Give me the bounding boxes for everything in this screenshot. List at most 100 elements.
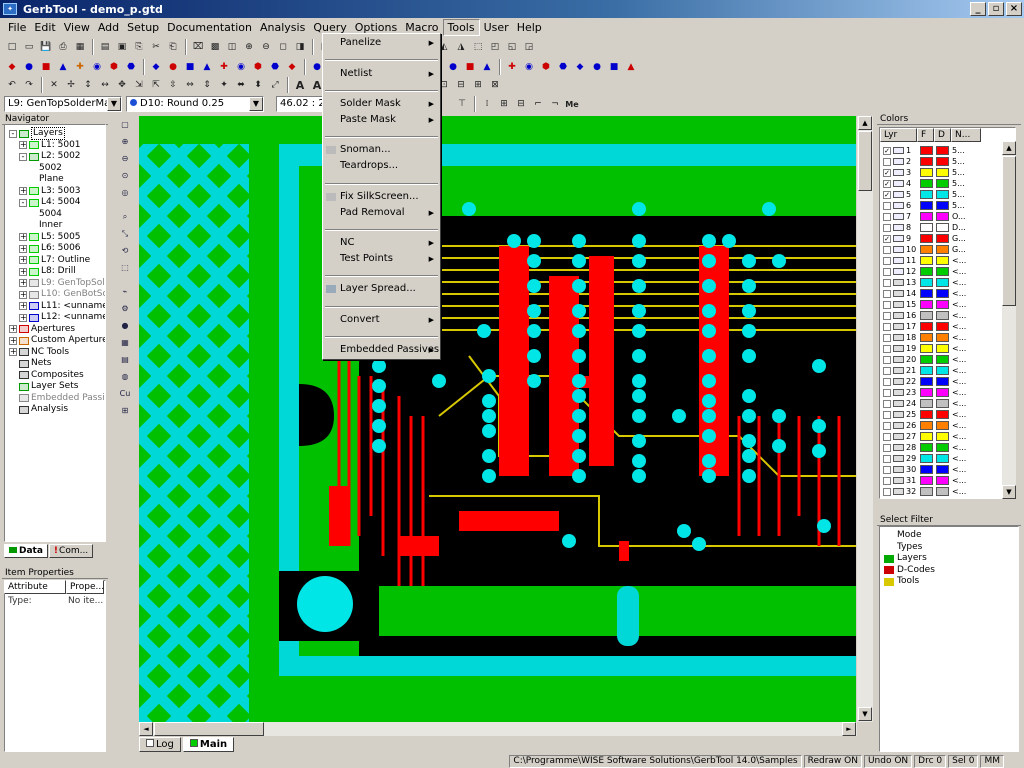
edit-tool-icon[interactable]: ↔ — [97, 77, 113, 93]
expand-icon[interactable]: + — [19, 187, 27, 195]
fill-color-swatch[interactable] — [920, 311, 933, 320]
maximize-button[interactable]: ▫ — [988, 2, 1004, 16]
layer-tool-icon[interactable]: ✚ — [504, 59, 520, 75]
fill-color-swatch[interactable] — [920, 278, 933, 287]
edit-tool-icon[interactable]: ⤢ — [267, 77, 283, 93]
color-row[interactable]: 17 <... — [880, 321, 966, 332]
collapse-icon[interactable]: - — [9, 129, 17, 138]
layer-visible-checkbox[interactable] — [883, 487, 891, 496]
color-row[interactable]: 20 <... — [880, 354, 966, 365]
d-column-header[interactable]: D — [934, 128, 951, 142]
box-icon[interactable]: ⬚ — [470, 39, 486, 55]
tree-item[interactable]: + Custom Apertures — [9, 335, 105, 346]
color-row[interactable]: 22 <... — [880, 376, 966, 387]
color-row[interactable]: 12 <... — [880, 266, 966, 277]
me-button[interactable]: Me — [564, 96, 580, 112]
property-column-header[interactable]: Prope... — [66, 580, 104, 594]
color-row[interactable]: 6 5... — [880, 200, 965, 211]
edit-tool-icon[interactable]: ⇔ — [182, 77, 198, 93]
layer-visible-checkbox[interactable] — [883, 245, 891, 254]
tree-item[interactable]: Layer Sets — [9, 381, 78, 392]
edit-tool-icon[interactable]: ⬍ — [250, 77, 266, 93]
snap-icon[interactable]: ⊟ — [513, 96, 529, 112]
tree-item[interactable]: + L11: <unnamed — [19, 301, 105, 312]
layer-tool-icon[interactable]: ⬢ — [538, 59, 554, 75]
layer-visible-checkbox[interactable] — [883, 223, 891, 232]
fill-color-swatch[interactable] — [920, 168, 933, 177]
layer-tool-icon[interactable]: ● — [21, 59, 37, 75]
edit-tool-icon[interactable]: ✢ — [63, 77, 79, 93]
tree-item[interactable]: - Layers — [9, 127, 65, 140]
layer-visible-checkbox[interactable] — [883, 267, 891, 276]
expand-icon[interactable]: + — [9, 336, 17, 345]
rotate-icon[interactable]: ⟲ — [118, 244, 132, 258]
color-row[interactable]: 25 <... — [880, 409, 966, 420]
color-row[interactable]: 16 <... — [880, 310, 966, 321]
layer-tool-icon[interactable]: ■ — [462, 59, 478, 75]
tree-item[interactable]: Composites — [9, 370, 84, 381]
fill-color-swatch[interactable] — [920, 399, 933, 408]
scroll-left-icon[interactable]: ◄ — [139, 722, 153, 736]
lyr-column-header[interactable]: Lyr — [880, 128, 917, 142]
tab-log[interactable]: Log — [139, 737, 181, 752]
dcode-select[interactable]: D10: Round 0.25 ▼ — [126, 96, 264, 112]
draw-color-swatch[interactable] — [936, 344, 949, 353]
menu-item-embedded-passives[interactable]: Embedded Passives ▶ — [323, 343, 440, 357]
layer-tool-icon[interactable]: ◉ — [233, 59, 249, 75]
fill-color-swatch[interactable] — [920, 421, 933, 430]
draw-color-swatch[interactable] — [936, 179, 949, 188]
color-row[interactable]: 19 <... — [880, 343, 966, 354]
color-row[interactable]: 8 D... — [880, 222, 966, 233]
color-row[interactable]: 18 <... — [880, 332, 966, 343]
menu-item-pad-removal[interactable]: Pad Removal ▶ — [323, 206, 440, 220]
expand-icon[interactable]: + — [19, 267, 27, 276]
edit-tool-icon[interactable]: ✕ — [46, 77, 62, 93]
layer-tool-icon[interactable]: ▲ — [55, 59, 71, 75]
layer-visible-checkbox[interactable] — [883, 201, 891, 210]
scroll-right-icon[interactable]: ► — [842, 722, 856, 736]
layer-tool-icon[interactable]: ⬣ — [267, 59, 283, 75]
tree-item[interactable]: + L3: 5003 — [19, 186, 81, 197]
tree-item[interactable]: + NC Tools — [9, 347, 69, 358]
zoom-select-icon[interactable]: ⊞ — [496, 96, 512, 112]
layer-tool-icon[interactable]: ● — [589, 59, 605, 75]
color-row[interactable]: 26 <... — [880, 420, 966, 431]
color-row[interactable]: 30 <... — [880, 464, 966, 475]
scroll-up-icon[interactable]: ▲ — [1002, 141, 1016, 155]
menu-item-fix-silkscreen[interactable]: Fix SilkScreen... — [323, 190, 440, 204]
color-row[interactable]: ✓ 3 5... — [880, 167, 965, 178]
filter-item[interactable]: D-Codes — [884, 565, 935, 576]
draw-color-swatch[interactable] — [936, 256, 949, 265]
tree-item[interactable]: + L6: 5006 — [19, 243, 81, 254]
edit-tool-icon[interactable]: ⬌ — [233, 77, 249, 93]
table-icon[interactable]: ⊞ — [118, 404, 132, 418]
color-row[interactable]: 11 <... — [880, 255, 966, 266]
settings-icon[interactable]: ⚙ — [118, 302, 132, 316]
layer-tool-icon[interactable]: ◆ — [572, 59, 588, 75]
tree-item[interactable]: Nets — [9, 358, 52, 369]
draw-color-swatch[interactable] — [936, 454, 949, 463]
box-icon[interactable]: ⬚ — [118, 261, 132, 275]
pcb-canvas[interactable] — [139, 116, 856, 722]
draw-color-swatch[interactable] — [936, 300, 949, 309]
expand-icon[interactable]: + — [9, 348, 17, 356]
print-icon[interactable]: ⎙ — [55, 39, 71, 55]
edit-tool-icon[interactable]: ✦ — [216, 77, 232, 93]
paste-icon[interactable]: ⎗ — [165, 39, 181, 55]
filter-item[interactable]: Types — [884, 542, 922, 553]
draw-color-swatch[interactable] — [936, 399, 949, 408]
menu-edit[interactable]: Edit — [30, 20, 59, 35]
tree-item[interactable]: - L2: 5002 — [19, 151, 81, 162]
menu-tools[interactable]: Tools — [442, 18, 480, 36]
zoom-out-icon[interactable]: ⊖ — [118, 152, 132, 166]
layer-tool-icon[interactable]: ◉ — [89, 59, 105, 75]
fill-color-swatch[interactable] — [920, 267, 933, 276]
fill-color-swatch[interactable] — [920, 289, 933, 298]
layer-tool-icon[interactable]: ◉ — [521, 59, 537, 75]
layer-visible-checkbox[interactable]: ✓ — [883, 179, 891, 188]
copper-icon[interactable]: Cu — [118, 387, 132, 401]
fill-color-swatch[interactable] — [920, 487, 933, 496]
edit-tool-icon[interactable]: A — [292, 77, 308, 93]
tree-item[interactable]: + L12: <unnamed — [19, 312, 105, 323]
open-icon[interactable]: ▭ — [21, 39, 37, 55]
